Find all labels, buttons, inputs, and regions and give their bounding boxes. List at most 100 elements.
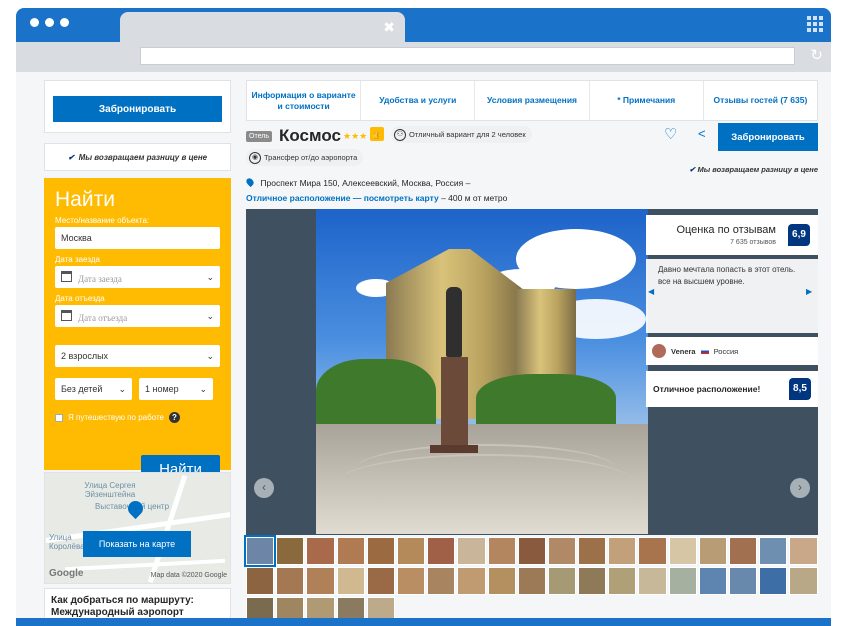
gallery-thumbnail[interactable] [759, 567, 788, 595]
calendar-icon [61, 270, 72, 282]
map-preview[interactable]: Улица Сергея Эйзенштейна Выставочный цен… [44, 472, 231, 584]
work-trip-checkbox[interactable]: Я путешествую по работе ? [55, 412, 220, 423]
map-street-label: Улица Сергея Эйзенштейна [84, 481, 136, 499]
guests-value: 2 взрослых [61, 351, 109, 361]
gallery-thumbnail[interactable] [698, 537, 727, 565]
gallery-thumbnail[interactable] [487, 567, 516, 595]
prev-photo-button[interactable]: ‹ [254, 478, 274, 498]
gallery-thumbnail[interactable] [457, 567, 486, 595]
location-score-badge: 8,5 [789, 378, 811, 400]
close-icon[interactable]: ✖ [383, 20, 395, 34]
guests-select[interactable]: 2 взрослых ⌄ [55, 345, 220, 367]
destination-input[interactable]: Москва [55, 227, 220, 249]
gallery-thumbnail[interactable] [789, 567, 818, 595]
help-icon[interactable]: ? [168, 412, 180, 423]
gallery-thumbnail[interactable] [608, 537, 637, 565]
tab-notes[interactable]: * Примечания [590, 81, 704, 120]
gallery-thumbnail[interactable] [487, 537, 516, 565]
location-score-label: Отличное расположение! [653, 384, 761, 394]
gallery-thumbnail[interactable] [457, 537, 486, 565]
gallery-thumbnail[interactable] [729, 567, 758, 595]
gallery-thumbnail[interactable] [396, 537, 426, 565]
check-shield-icon: ✔ [689, 165, 696, 174]
author-name: Venera [671, 346, 696, 356]
gallery-thumbnail[interactable] [638, 567, 667, 595]
review-score-card[interactable]: Оценка по отзывам 7 635 отзывов 6,9 [646, 215, 818, 255]
gallery-thumbnail[interactable] [243, 535, 277, 567]
location-map-link[interactable]: Отличное расположение — посмотреть карту [246, 193, 439, 203]
book-button[interactable]: Забронировать [718, 123, 818, 151]
tab-facilities[interactable]: Удобства и услуги [361, 81, 476, 120]
page-content: Забронировать ✔ Мы возвращаем разницу в … [16, 72, 831, 626]
chevron-down-icon: ⌄ [199, 383, 207, 394]
share-icon[interactable]: < [698, 126, 706, 141]
gallery-thumbnail[interactable] [396, 567, 426, 595]
couple-icon: ⚇ [394, 128, 406, 141]
location-score-card: Отличное расположение! 8,5 [646, 371, 818, 407]
gallery-thumbnail[interactable] [729, 537, 758, 565]
right-column: Информация о варианте и стоимости Удобст… [243, 80, 819, 625]
main-photo[interactable]: ‹ › Оценка по отзывам 7 635 отзывов 6,9 … [246, 209, 818, 535]
location-line: Отличное расположение — посмотреть карту… [246, 193, 507, 203]
tab-conditions[interactable]: Условия размещения [475, 81, 590, 120]
photo-gallery [243, 535, 818, 625]
gallery-thumbnail[interactable] [608, 567, 637, 595]
gallery-thumbnail[interactable] [547, 567, 577, 595]
gallery-thumbnail[interactable] [427, 537, 456, 565]
gallery-thumbnail[interactable] [517, 567, 546, 595]
children-select[interactable]: Без детей ⌄ [55, 378, 132, 400]
checkin-placeholder: Дата заезда [78, 273, 122, 284]
gallery-thumbnail[interactable] [427, 567, 456, 595]
price-match-text: Мы возвращаем разницу в цене [78, 152, 208, 162]
next-photo-button[interactable]: › [790, 478, 810, 498]
browser-tab[interactable]: ✖ [120, 12, 405, 46]
rooms-select[interactable]: 1 номер ⌄ [139, 378, 213, 400]
gallery-thumbnail[interactable] [276, 537, 305, 565]
gallery-thumbnail[interactable] [336, 537, 365, 565]
tab-reviews[interactable]: Отзывы гостей (7 635) [704, 81, 817, 120]
property-type-badge: Отель [246, 131, 272, 142]
apps-grid-icon[interactable] [807, 16, 823, 32]
avatar [652, 344, 666, 358]
chevron-right-icon[interactable]: ▶ [806, 287, 812, 296]
gallery-thumbnail[interactable] [517, 537, 546, 565]
book-button[interactable]: Забронировать [53, 96, 222, 122]
checkin-select[interactable]: Дата заезда ⌄ [55, 266, 220, 288]
checkbox-icon[interactable] [55, 413, 63, 422]
gallery-thumbnail[interactable] [668, 567, 697, 595]
gallery-thumbnail[interactable] [336, 567, 365, 595]
gallery-thumbnail[interactable] [547, 537, 577, 565]
gallery-thumbnail[interactable] [759, 537, 788, 565]
thumbs-up-icon: 👍 [370, 127, 384, 141]
russia-flag-icon [700, 348, 709, 354]
window-dot-icon[interactable] [30, 18, 39, 27]
gallery-thumbnail[interactable] [578, 537, 607, 565]
tab-info-price[interactable]: Информация о варианте и стоимости [247, 81, 362, 120]
gallery-thumbnail[interactable] [246, 567, 275, 595]
window-controls [30, 18, 69, 27]
gallery-thumbnail[interactable] [698, 567, 727, 595]
gallery-thumbnail[interactable] [638, 537, 667, 565]
address-bar[interactable] [140, 47, 795, 65]
gallery-thumbnail[interactable] [276, 567, 305, 595]
window-dot-icon[interactable] [60, 18, 69, 27]
gallery-thumbnail[interactable] [366, 537, 395, 565]
gallery-thumbnail[interactable] [306, 537, 335, 565]
checkin-label: Дата заезда [55, 255, 100, 264]
location-pin-icon [244, 176, 256, 188]
gallery-thumbnail[interactable] [668, 537, 697, 565]
reload-icon[interactable]: ↻ [810, 47, 823, 65]
review-title: Оценка по отзывам [676, 224, 776, 236]
gallery-thumbnail[interactable] [366, 567, 395, 595]
show-on-map-button[interactable]: Показать на карте [83, 531, 191, 557]
window-dot-icon[interactable] [45, 18, 54, 27]
gallery-thumbnail[interactable] [578, 567, 607, 595]
checkout-select[interactable]: Дата отъезда ⌄ [55, 305, 220, 327]
metro-distance: – 400 м от метро [438, 193, 508, 203]
chevron-left-icon[interactable]: ◀ [648, 287, 654, 296]
gallery-thumbnail[interactable] [306, 567, 335, 595]
gallery-thumbnail[interactable] [789, 537, 818, 565]
price-match-text: Мы возвращаем разницу в цене [697, 165, 819, 174]
heart-icon[interactable]: ♡ [664, 125, 677, 143]
monument-statue [446, 287, 462, 357]
